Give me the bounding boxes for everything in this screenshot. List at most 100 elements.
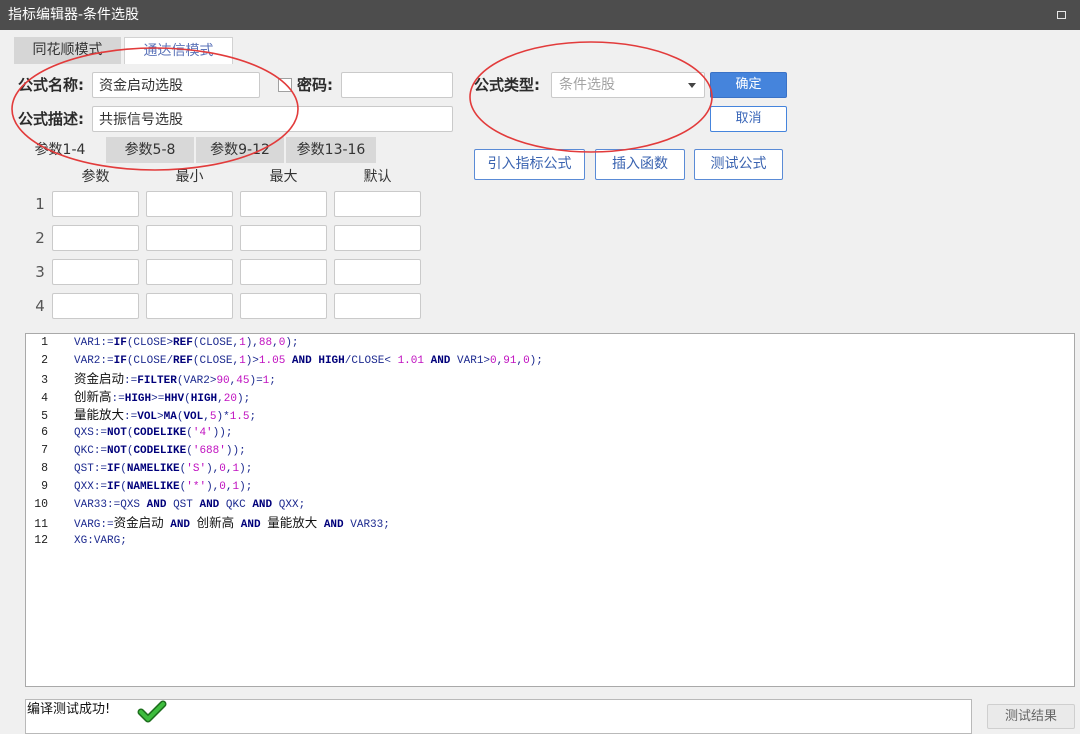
param-name-input[interactable] xyxy=(52,293,139,319)
line-number: 10 xyxy=(34,498,48,511)
code-token: XG xyxy=(74,535,88,547)
code-token: 创新高 xyxy=(74,389,112,404)
line-number: 2 xyxy=(41,354,48,367)
code-token: AND xyxy=(170,519,191,531)
test-formula-button[interactable]: 测试公式 xyxy=(694,149,783,180)
line-number: 7 xyxy=(41,444,48,457)
maximize-icon[interactable] xyxy=(1057,11,1066,19)
code-line: 6 QXS:=NOT(CODELIKE('4')); xyxy=(26,424,1074,442)
code-token: IF xyxy=(113,337,127,349)
formula-type-label: 公式类型: xyxy=(474,76,540,94)
code-token: '*' xyxy=(186,481,207,493)
code-token: QKC xyxy=(74,445,94,457)
formula-name-input[interactable] xyxy=(92,72,260,98)
code-token: 0 xyxy=(523,355,530,367)
code-token: AND xyxy=(291,355,312,367)
formula-description-input[interactable] xyxy=(92,106,453,132)
code-token: VARG xyxy=(74,519,101,531)
code-token: VOL xyxy=(137,411,158,423)
tab-params-13-16[interactable]: 参数13-16 xyxy=(286,137,376,163)
param-row-number: 1 xyxy=(35,195,45,213)
compile-status-box: 编译测试成功! xyxy=(25,699,972,734)
code-token: 5 xyxy=(209,411,217,423)
code-token: VAR33 xyxy=(74,499,108,511)
line-number: 6 xyxy=(41,426,48,439)
code-token: AND xyxy=(323,519,344,531)
param-max-input[interactable] xyxy=(240,293,327,319)
param-name-input[interactable] xyxy=(52,225,139,251)
param-header-default: 默认 xyxy=(363,169,392,185)
code-line-text: 资金启动:=FILTER(VAR2>90,45)=1; xyxy=(74,371,276,387)
param-default-input[interactable] xyxy=(334,191,421,217)
param-name-input[interactable] xyxy=(52,259,139,285)
tab-params-1-4[interactable]: 参数1-4 xyxy=(16,137,104,163)
formula-name-label: 公式名称: xyxy=(18,76,84,94)
code-token: HIGH xyxy=(124,393,152,405)
param-max-input[interactable] xyxy=(240,259,327,285)
code-token: HHV xyxy=(164,393,185,405)
test-result-button[interactable]: 测试结果 xyxy=(987,704,1075,729)
code-token: VAR2 xyxy=(183,375,210,387)
code-token: CLOSE xyxy=(133,355,167,367)
code-token: MA xyxy=(163,411,177,423)
code-line-text: VARG:=资金启动 AND 创新高 AND 量能放大 AND VAR33; xyxy=(74,515,390,531)
param-max-input[interactable] xyxy=(240,191,327,217)
param-default-input[interactable] xyxy=(334,225,421,251)
code-token: 'S' xyxy=(186,463,207,475)
code-token: VAR33 xyxy=(350,519,384,531)
tab-params-9-12[interactable]: 参数9-12 xyxy=(196,137,284,163)
param-default-input[interactable] xyxy=(334,293,421,319)
line-number: 8 xyxy=(41,462,48,475)
code-token: QXX xyxy=(74,481,94,493)
import-indicator-formula-button[interactable]: 引入指标公式 xyxy=(474,149,585,180)
tab-tonghuashun-mode[interactable]: 同花顺模式 xyxy=(14,37,121,64)
param-min-input[interactable] xyxy=(146,293,233,319)
code-token: 45 xyxy=(236,375,250,387)
cancel-button[interactable]: 取消 xyxy=(710,106,787,132)
code-token: 0 xyxy=(490,355,497,367)
code-editor[interactable]: 1 VAR1:=IF(CLOSE>REF(CLOSE,1),88,0); 2 VAR2… xyxy=(25,333,1075,687)
code-token: QXS xyxy=(74,427,94,439)
code-token: REF xyxy=(173,355,193,367)
code-token: QKC xyxy=(225,499,246,511)
param-row-number: 2 xyxy=(35,229,45,247)
password-input[interactable] xyxy=(341,72,453,98)
code-token: NOT xyxy=(107,445,127,457)
param-name-input[interactable] xyxy=(52,191,139,217)
code-token: NAMELIKE xyxy=(126,463,180,475)
code-token: AND xyxy=(252,499,273,511)
title-bar[interactable]: 指标编辑器-条件选股 xyxy=(0,0,1080,30)
code-token: HIGH xyxy=(318,355,345,367)
tab-tongdaxin-mode[interactable]: 通达信模式 xyxy=(124,37,233,64)
param-min-input[interactable] xyxy=(146,191,233,217)
param-min-input[interactable] xyxy=(146,225,233,251)
code-token: CODELIKE xyxy=(133,427,187,439)
password-checkbox[interactable] xyxy=(278,78,292,92)
param-max-input[interactable] xyxy=(240,225,327,251)
code-token: CLOSE xyxy=(199,337,233,349)
code-token: VARG xyxy=(93,535,121,547)
code-line: 7 QKC:=NOT(CODELIKE('688')); xyxy=(26,442,1074,460)
code-line: 8 QST:=IF(NAMELIKE('S'),0,1); xyxy=(26,460,1074,478)
check-success-icon xyxy=(137,700,167,723)
code-line: 4 创新高:=HIGH>=HHV(HIGH,20); xyxy=(26,388,1074,406)
param-min-input[interactable] xyxy=(146,259,233,285)
code-token: NOT xyxy=(107,427,127,439)
code-token: AND xyxy=(199,499,220,511)
code-token: HIGH xyxy=(190,393,218,405)
code-token: QST xyxy=(74,463,94,475)
code-token: 1.01 xyxy=(397,355,424,367)
insert-function-button[interactable]: 插入函数 xyxy=(595,149,685,180)
code-token: QXS xyxy=(120,499,141,511)
code-token: AND xyxy=(146,499,167,511)
ok-button[interactable]: 确定 xyxy=(710,72,787,98)
code-token: CODELIKE xyxy=(133,445,187,457)
code-line: 1 VAR1:=IF(CLOSE>REF(CLOSE,1),88,0); xyxy=(26,334,1074,352)
code-token: CLOSE xyxy=(133,337,167,349)
param-default-input[interactable] xyxy=(334,259,421,285)
tab-params-5-8[interactable]: 参数5-8 xyxy=(106,137,194,163)
code-token: VAR2 xyxy=(74,355,101,367)
code-token: IF xyxy=(113,355,127,367)
code-line-text: 量能放大:=VOL>MA(VOL,5)*1.5; xyxy=(74,407,257,423)
formula-type-select[interactable]: 条件选股 xyxy=(551,72,705,98)
